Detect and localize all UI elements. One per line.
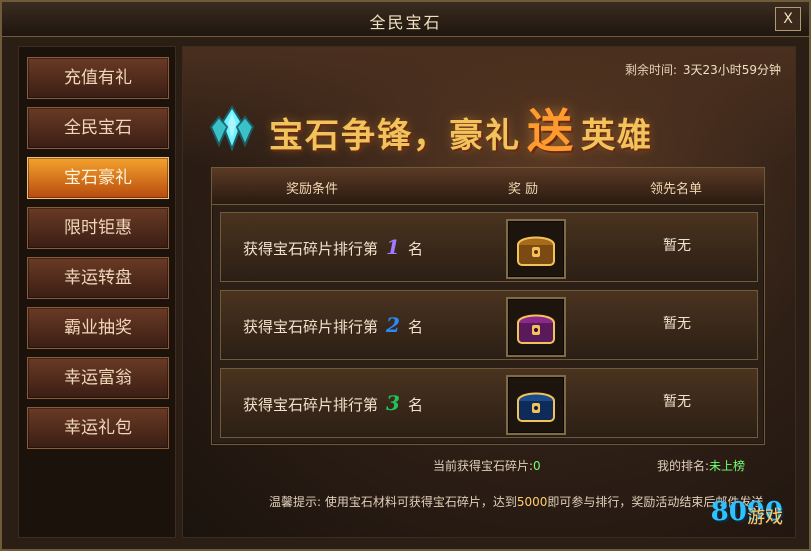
- sidebar-item-lucky-tycoon[interactable]: 幸运富翁: [27, 357, 169, 399]
- event-window: 全民宝石 X 充值有礼 全民宝石 宝石豪礼 限时钜惠 幸运转盘 霸业抽奖 幸运富…: [0, 0, 811, 551]
- sidebar-item-limited-discount[interactable]: 限时钜惠: [27, 207, 169, 249]
- rank-number: 3: [386, 391, 400, 415]
- remaining-label: 剩余时间:: [624, 63, 677, 77]
- rank-panel: 奖励条件 奖 励 领先名单 获得宝石碎片排行第 1 名 暂无 获得宝石碎片排行第…: [211, 167, 765, 445]
- content-panel: 剩余时间: 3天23小时59分钟 宝石争锋，豪礼送英雄 奖励条件 奖 励 领先名…: [182, 46, 796, 538]
- my-rank-value: 未上榜: [709, 459, 746, 473]
- banner-title-emphasis: 送: [527, 104, 575, 158]
- my-rank-label: 我的排名:: [657, 459, 710, 473]
- sidebar: 充值有礼 全民宝石 宝石豪礼 限时钜惠 幸运转盘 霸业抽奖 幸运富翁 幸运礼包: [18, 46, 176, 538]
- sidebar-item-recharge-gift[interactable]: 充值有礼: [27, 57, 169, 99]
- rank-row-2: 获得宝石碎片排行第 2 名 暂无: [220, 290, 758, 360]
- current-shards: 当前获得宝石碎片:0: [433, 457, 541, 474]
- event-banner: 剩余时间: 3天23小时59分钟 宝石争锋，豪礼送英雄: [183, 47, 795, 167]
- rank-row-3: 获得宝石碎片排行第 3 名 暂无: [220, 368, 758, 438]
- window-title: 全民宝石: [369, 13, 442, 32]
- banner-title-right: 英雄: [581, 116, 653, 156]
- gem-crystal-icon: [209, 105, 255, 152]
- remaining-time: 剩余时间: 3天23小时59分钟: [625, 61, 781, 78]
- rank-condition-1: 获得宝石碎片排行第 1 名: [243, 235, 423, 259]
- rank-header: 奖励条件 奖 励 领先名单: [212, 168, 764, 205]
- header-leader: 领先名单: [650, 182, 703, 197]
- blue-chest-reward[interactable]: [506, 375, 566, 435]
- rank-number: 1: [386, 235, 400, 259]
- rank-prefix: 获得宝石碎片排行第: [243, 240, 379, 258]
- current-shards-value: 0: [533, 459, 541, 473]
- rank-suffix: 名: [408, 240, 424, 258]
- rank-prefix: 获得宝石碎片排行第: [243, 318, 379, 336]
- banner-title: 宝石争锋，豪礼送英雄: [269, 95, 653, 161]
- blue-chest-icon: [517, 392, 555, 422]
- rank-suffix: 名: [408, 318, 424, 336]
- gold-chest-icon: [517, 236, 555, 266]
- titlebar: 全民宝石 X: [2, 2, 809, 37]
- sidebar-item-gem-gifts[interactable]: 宝石豪礼: [27, 157, 169, 199]
- rank-prefix: 获得宝石碎片排行第: [243, 396, 379, 414]
- header-condition: 奖励条件: [286, 182, 339, 197]
- leader-2: 暂无: [663, 316, 691, 332]
- leader-1: 暂无: [663, 238, 691, 254]
- watermark-label: 游戏: [747, 507, 783, 528]
- rank-condition-2: 获得宝石碎片排行第 2 名: [243, 313, 423, 337]
- purple-chest-reward[interactable]: [506, 297, 566, 357]
- close-button[interactable]: X: [775, 7, 801, 31]
- sidebar-item-hegemony-draw[interactable]: 霸业抽奖: [27, 307, 169, 349]
- gold-chest-reward[interactable]: [506, 219, 566, 279]
- rank-suffix: 名: [408, 396, 424, 414]
- site-watermark: 8090 游戏: [653, 489, 783, 529]
- header-reward: 奖 励: [508, 182, 539, 197]
- current-shards-label: 当前获得宝石碎片:: [433, 459, 534, 473]
- rank-row-1: 获得宝石碎片排行第 1 名 暂无: [220, 212, 758, 282]
- sidebar-item-lucky-wheel[interactable]: 幸运转盘: [27, 257, 169, 299]
- my-rank: 我的排名:未上榜: [657, 457, 745, 474]
- leader-3: 暂无: [663, 394, 691, 410]
- footer-info: 当前获得宝石碎片:0 我的排名:未上榜: [183, 457, 795, 477]
- rank-number: 2: [386, 313, 400, 337]
- tips-prefix: 温馨提示: 使用宝石材料可获得宝石碎片，达到: [269, 495, 517, 509]
- sidebar-item-lucky-pack[interactable]: 幸运礼包: [27, 407, 169, 449]
- banner-title-left: 宝石争锋，豪礼: [269, 116, 521, 156]
- sidebar-item-all-gems[interactable]: 全民宝石: [27, 107, 169, 149]
- purple-chest-icon: [517, 314, 555, 344]
- tips-threshold: 5000: [516, 495, 548, 509]
- rank-condition-3: 获得宝石碎片排行第 3 名: [243, 391, 423, 415]
- remaining-value: 3天23小时59分钟: [682, 63, 781, 77]
